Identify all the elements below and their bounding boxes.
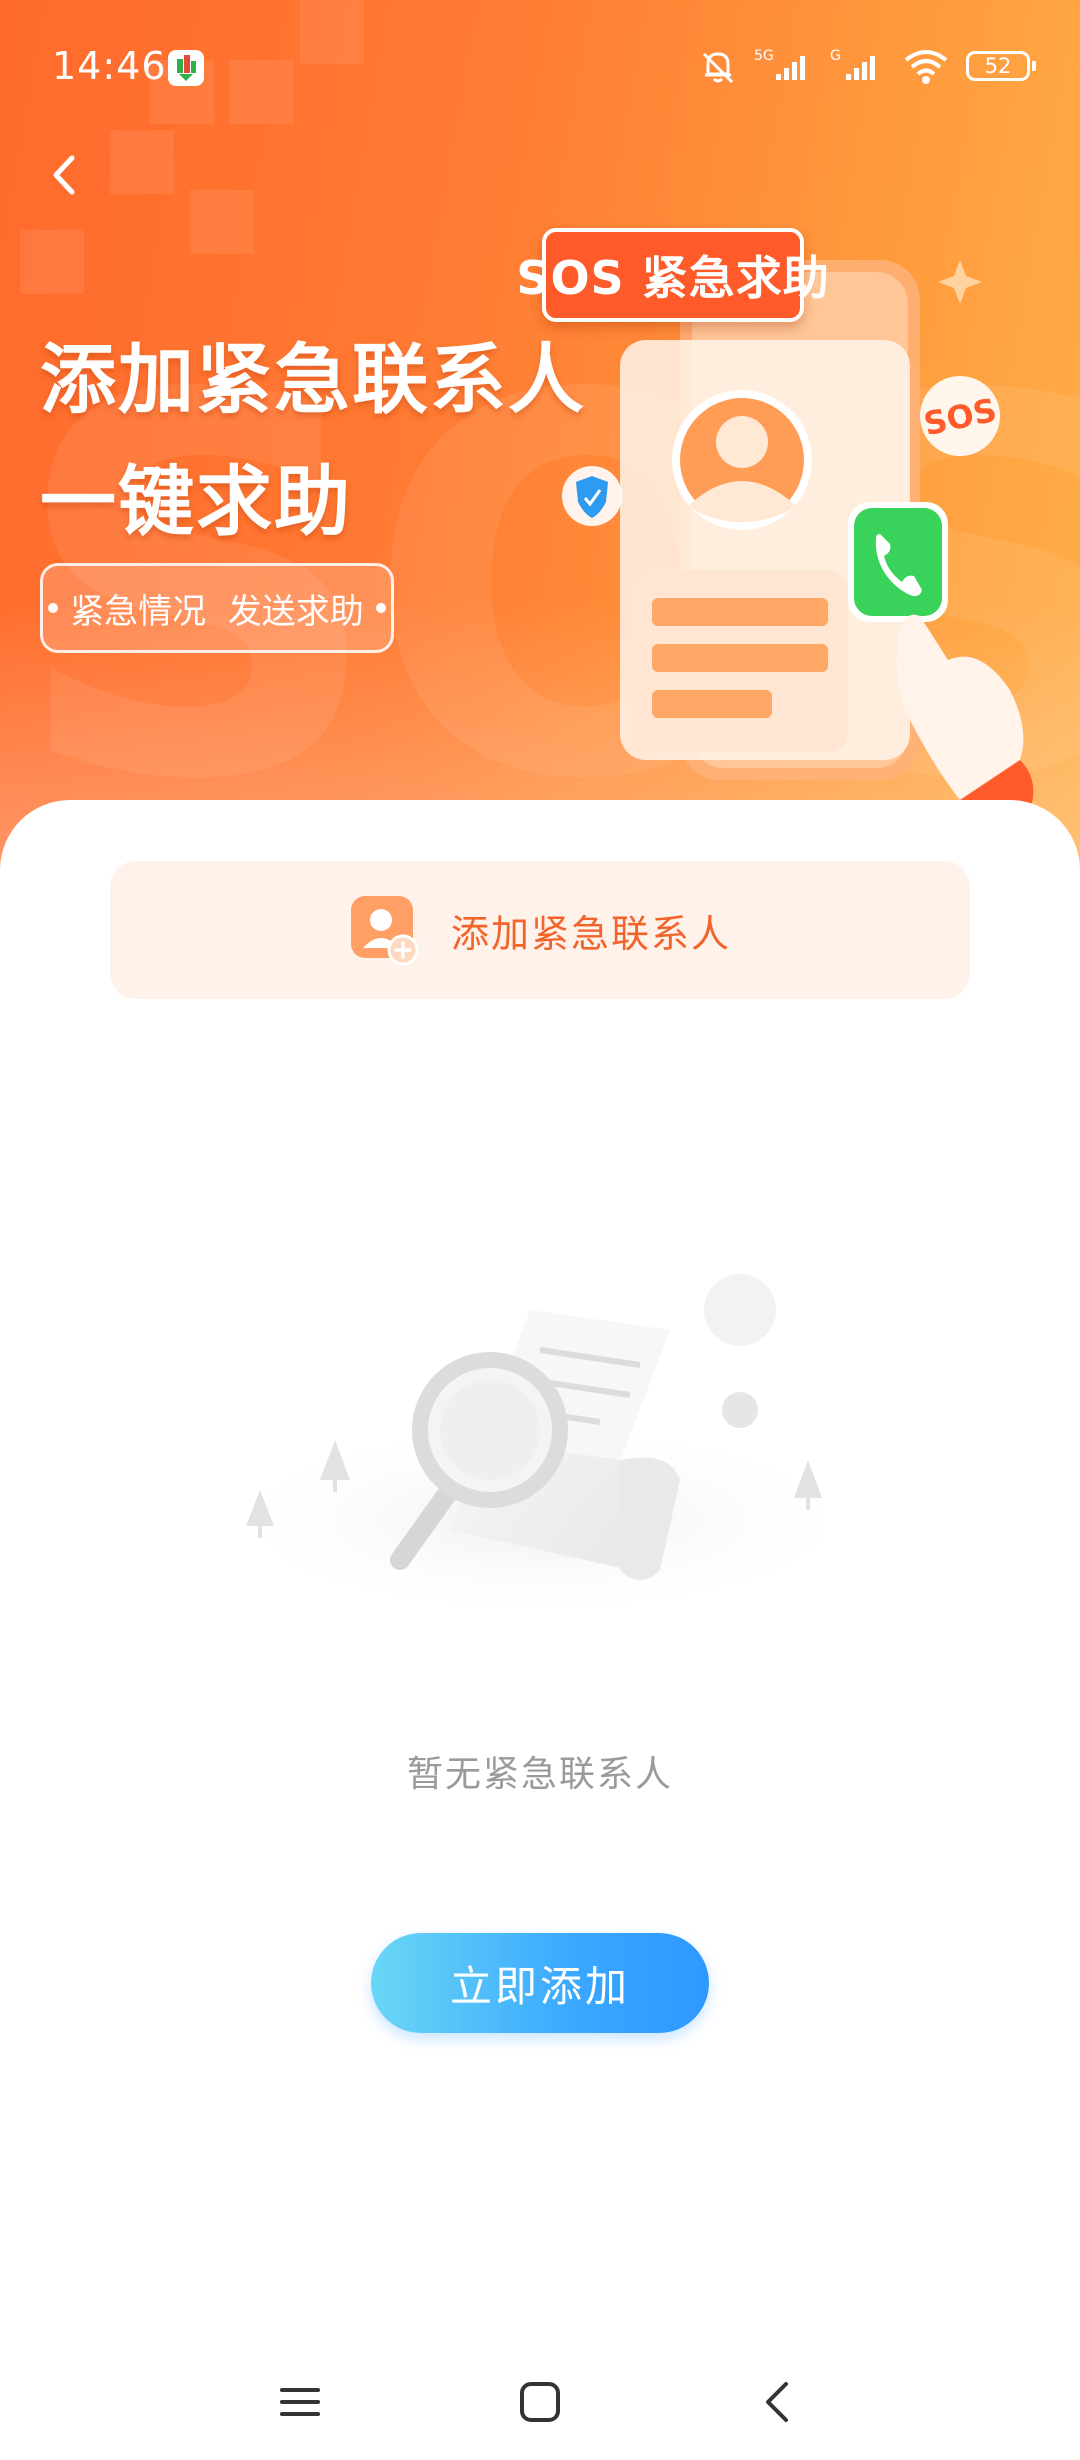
menu-button[interactable] xyxy=(260,2362,340,2442)
add-contact-label: 添加紧急联系人 xyxy=(450,911,731,956)
content-card: 添加紧急联系人 暂无紧急联系人 立即添加 xyxy=(0,800,1080,2460)
battery-icon: 52 xyxy=(966,51,1036,81)
hero-title-line2: 一键求助 xyxy=(40,457,352,546)
back-button[interactable] xyxy=(30,140,100,210)
signal-g-icon: G xyxy=(830,48,875,80)
hero-pill: 紧急情况 发送求助 xyxy=(40,563,394,653)
svg-text:5G: 5G xyxy=(754,48,774,64)
back-icon xyxy=(766,2382,788,2422)
hero-title-line1: 添加紧急联系人 xyxy=(40,335,586,424)
hero-pill-text: 紧急情况 发送求助 xyxy=(70,591,364,632)
add-contact-icon xyxy=(349,894,421,966)
app-notification-icon xyxy=(168,50,204,86)
home-button[interactable] xyxy=(500,2362,580,2442)
empty-state-illustration xyxy=(210,1274,870,1620)
home-icon xyxy=(520,2382,560,2422)
decor-tile xyxy=(20,230,84,294)
mute-bell-icon xyxy=(702,52,734,84)
emergency-contacts-screen: SOS 14:46 5G G 52 添加紧急联系人 一键求助 紧急情况 发送求助… xyxy=(0,0,1080,2460)
wifi-icon xyxy=(904,50,948,84)
decor-tile xyxy=(190,190,254,254)
back-arrow-icon xyxy=(53,155,75,195)
status-time: 14:46 xyxy=(52,44,167,88)
menu-icon xyxy=(280,2388,320,2416)
status-icons: 5G G 52 xyxy=(698,44,1036,88)
nav-back-button[interactable] xyxy=(738,2362,818,2442)
system-nav-bar xyxy=(0,2340,1080,2460)
add-now-button[interactable]: 立即添加 xyxy=(371,1933,709,2033)
status-bar: 14:46 5G G 52 xyxy=(0,0,1080,130)
sos-emergency-banner: SOS 紧急求助 xyxy=(516,228,829,322)
pill-dot-left xyxy=(48,603,59,613)
decor-tile xyxy=(110,130,174,194)
signal-5g-icon: 5G xyxy=(754,48,805,80)
empty-state-text: 暂无紧急联系人 xyxy=(406,1754,673,1795)
hero-banner: SOS 14:46 5G G 52 添加紧急联系人 一键求助 紧急情况 发送求助… xyxy=(0,0,1080,880)
svg-text:G: G xyxy=(830,48,841,64)
pill-dot-right xyxy=(375,603,386,613)
add-emergency-contact-button[interactable]: 添加紧急联系人 xyxy=(110,861,970,999)
